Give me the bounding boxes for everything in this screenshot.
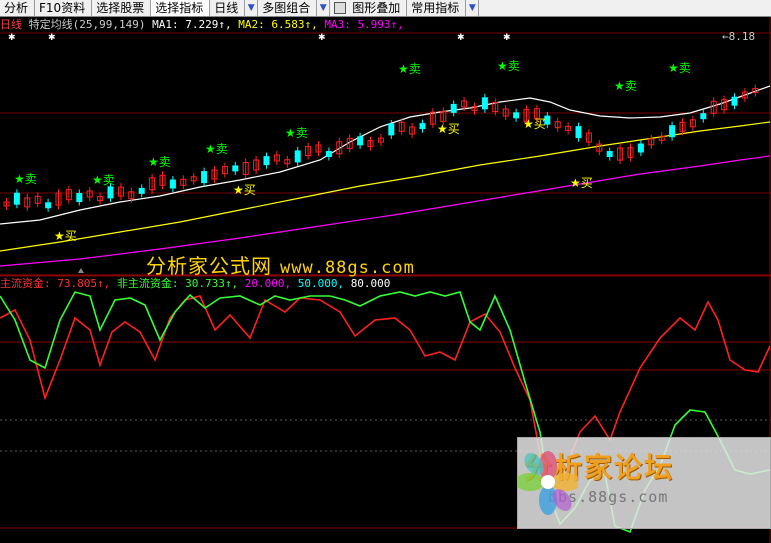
- sell-signal-icon: ★卖: [148, 155, 171, 169]
- marker-icon: ✱: [48, 33, 56, 43]
- candle-body: [357, 136, 364, 146]
- level1-readout: 20.000,: [244, 277, 292, 290]
- marker-icon: ✱: [457, 33, 465, 43]
- candle-body: [481, 97, 488, 110]
- candle-body: [731, 96, 738, 106]
- main-legend: 日线 特定均线(25,99,149) MA1: 7.229↑, MA2: 6.5…: [0, 17, 404, 33]
- candle-body: [419, 123, 426, 130]
- candle-body: [76, 193, 83, 202]
- nonmain-fund-readout: 非主流资金: 30.733↑,: [116, 277, 239, 290]
- level3-readout: 80.000: [350, 277, 391, 290]
- ma2-readout: MA2: 6.583↑,: [238, 18, 318, 31]
- candle-body: [232, 165, 239, 172]
- sell-signal-icon: ★卖: [668, 61, 691, 75]
- sell-signal-icon: ★卖: [205, 142, 228, 156]
- candle-body: [450, 103, 457, 113]
- buy-signal-icon: ★买: [523, 117, 546, 131]
- candle-body: [294, 150, 301, 163]
- brand-url[interactable]: www.88gs.com: [280, 258, 415, 278]
- brand-name: 分析家公式网: [146, 254, 272, 278]
- candle-body: [138, 187, 145, 194]
- candle-body: [201, 171, 208, 184]
- marker-icon: ✱: [8, 33, 16, 43]
- candle-body: [575, 126, 582, 139]
- candle-body: [606, 151, 613, 157]
- candle-body: [13, 192, 20, 205]
- candle-body: [637, 143, 644, 153]
- candle-body: [169, 179, 176, 189]
- level2-readout: 50.000,: [297, 277, 345, 290]
- ma2-line: [0, 121, 771, 252]
- ma1-readout: MA1: 7.229↑,: [152, 18, 232, 31]
- ma1-line: [0, 85, 771, 225]
- buy-signal-icon: ★买: [437, 122, 460, 136]
- sell-signal-icon: ★卖: [614, 79, 637, 93]
- high-price-label: ←8.18: [722, 30, 755, 43]
- period-label: 日线: [0, 18, 22, 31]
- candle-body: [388, 123, 395, 136]
- buy-signal-icon: ★买: [570, 176, 593, 190]
- brand-banner: 分析家公式网 www.88gs.com: [146, 250, 415, 279]
- forum-watermark: 分析家论坛 bbs.88gs.com: [517, 437, 771, 529]
- candle-body: [263, 156, 270, 166]
- buy-signal-icon: ★买: [233, 183, 256, 197]
- marker-icon: ✱: [318, 33, 326, 43]
- candle-body: [700, 113, 707, 120]
- sub-legend: 主流资金: 73.805↑, 非主流资金: 30.733↑, 20.000, 5…: [0, 276, 390, 292]
- candle-body: [325, 151, 332, 157]
- ma3-readout: MA3: 5.993↑,: [324, 18, 404, 31]
- cursor-triangle-icon: [78, 268, 84, 273]
- sell-signal-icon: ★卖: [14, 172, 37, 186]
- candle-body: [45, 202, 52, 209]
- sell-signal-icon: ★卖: [497, 59, 520, 73]
- marker-icon: ✱: [503, 33, 511, 43]
- candle-body: [107, 186, 114, 199]
- main-fund-readout: 主流资金: 73.805↑,: [0, 277, 111, 290]
- candle-body: [669, 125, 676, 138]
- sell-signal-icon: ★卖: [398, 62, 421, 76]
- buy-signal-icon: ★买: [54, 229, 77, 243]
- sell-signal-icon: ★卖: [285, 126, 308, 140]
- flower-logo-icon: [518, 451, 578, 515]
- indicator-name[interactable]: 特定均线(25,99,149): [29, 18, 146, 31]
- sell-signal-icon: ★卖: [92, 173, 115, 187]
- candle-body: [513, 112, 520, 119]
